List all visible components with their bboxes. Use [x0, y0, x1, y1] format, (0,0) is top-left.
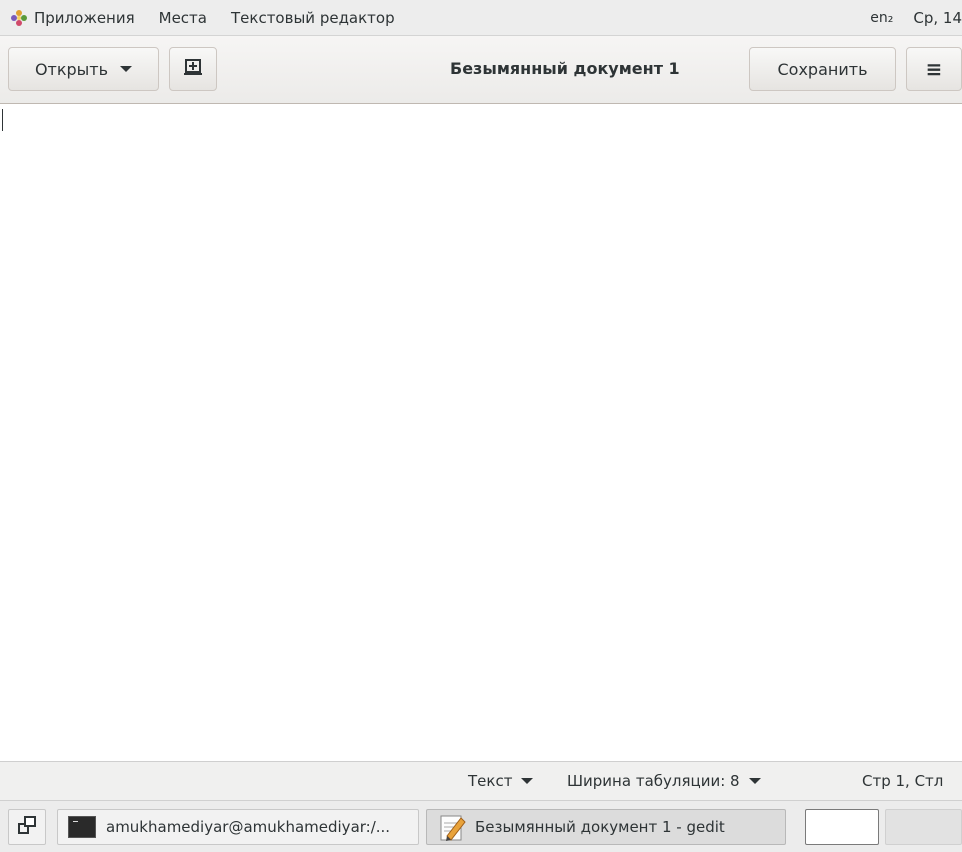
chevron-down-icon: [521, 778, 534, 784]
new-document-icon: [184, 58, 202, 80]
open-button-label: Открыть: [34, 59, 109, 79]
text-cursor: [2, 109, 3, 131]
applications-label: Приложения: [34, 8, 135, 27]
show-desktop-button[interactable]: [8, 809, 46, 845]
show-desktop-icon: [18, 816, 36, 838]
taskbar-terminal-label: amukhamediyar@amukhamediyar:/...: [106, 818, 391, 836]
places-label: Места: [158, 8, 207, 27]
workspace-1[interactable]: [805, 809, 879, 845]
input-language-indicator[interactable]: en₂: [870, 10, 893, 26]
app-menu-label: Текстовый редактор: [231, 8, 395, 27]
tab-width-selector[interactable]: Ширина табуляции: 8: [567, 762, 761, 800]
applications-icon: [10, 9, 28, 27]
top-panel: Приложения Места Текстовый редактор en₂ …: [0, 0, 962, 36]
cursor-position[interactable]: Стр 1, Стл: [862, 762, 943, 800]
applications-menu[interactable]: Приложения: [10, 9, 135, 27]
cursor-position-label: Стр 1, Стл: [862, 772, 944, 790]
open-button[interactable]: Открыть: [8, 47, 159, 91]
status-bar: Текст Ширина табуляции: 8 Стр 1, Стл: [0, 761, 962, 801]
taskbar-terminal[interactable]: amukhamediyar@amukhamediyar:/...: [57, 809, 419, 845]
new-tab-button[interactable]: [169, 47, 217, 91]
hamburger-menu-button[interactable]: ≡: [906, 47, 962, 91]
gedit-icon: [437, 812, 467, 842]
save-button[interactable]: Сохранить: [749, 47, 896, 91]
language-selector[interactable]: Текст: [468, 762, 534, 800]
document-title: Безымянный документ 1: [450, 59, 680, 78]
clock[interactable]: Ср, 14: [913, 9, 962, 27]
chevron-down-icon: [748, 778, 761, 784]
taskbar-gedit-label: Безымянный документ 1 - gedit: [475, 818, 725, 836]
header-bar: Открыть Безымянный документ 1 Сохранить …: [0, 36, 962, 104]
hamburger-menu-icon: ≡: [925, 57, 943, 81]
save-button-label: Сохранить: [777, 59, 868, 79]
chevron-down-icon: [120, 66, 133, 72]
language-label: Текст: [468, 772, 513, 790]
places-menu[interactable]: Места: [159, 9, 207, 27]
terminal-icon: [68, 816, 96, 838]
window-list-panel: amukhamediyar@amukhamediyar:/... Безымян…: [0, 800, 962, 852]
workspace-2[interactable]: [885, 809, 962, 845]
text-editor-area[interactable]: [0, 104, 962, 761]
tab-width-label: Ширина табуляции: 8: [567, 772, 740, 790]
app-menu[interactable]: Текстовый редактор: [231, 9, 395, 27]
taskbar-gedit[interactable]: Безымянный документ 1 - gedit: [426, 809, 786, 845]
